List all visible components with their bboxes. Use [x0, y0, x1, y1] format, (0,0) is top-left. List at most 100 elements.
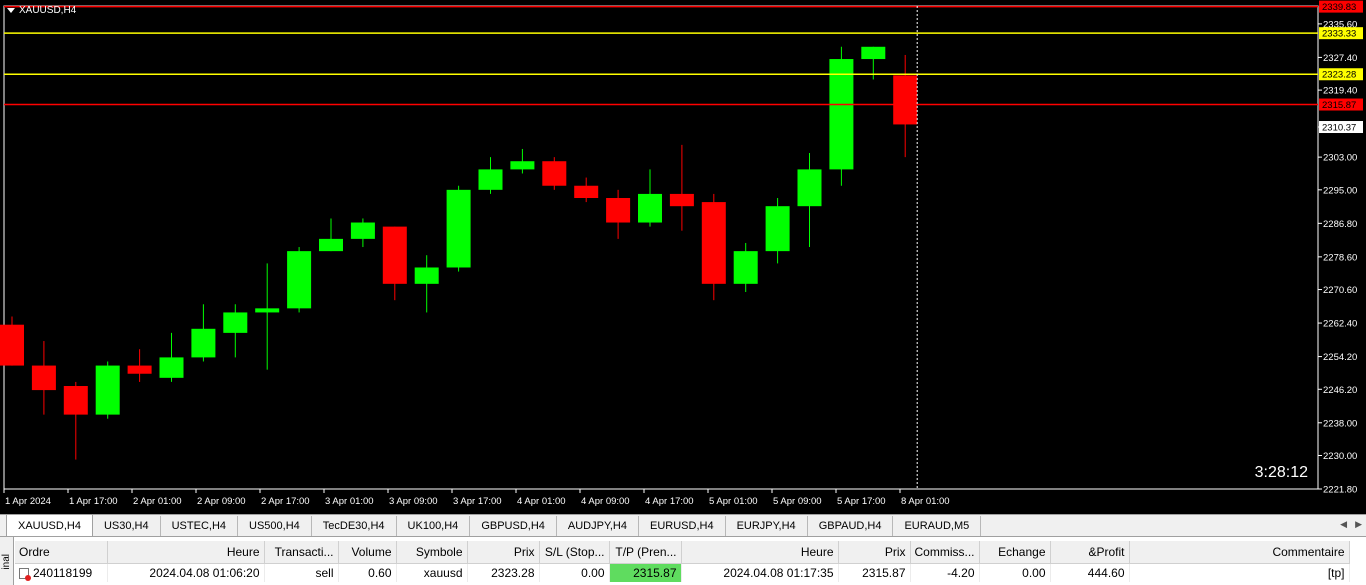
price-tick-label: 2254.20 [1323, 352, 1357, 363]
table-row[interactable]: 240118199 2024.04.08 01:06:20 sell 0.60 xauu… [15, 563, 1350, 582]
column-header-6[interactable]: S/L (Stop... [539, 541, 610, 564]
cell-6: 0.00 [539, 563, 610, 582]
candle-body [510, 161, 535, 170]
time-tick-label: 3 Apr 01:00 [325, 496, 374, 507]
tab-gbpusd-h4[interactable]: GBPUSD,H4 [470, 516, 557, 536]
cell-1: 2024.04.08 01:06:20 [107, 563, 265, 582]
price-line-label: 2333.33 [1322, 29, 1356, 40]
candle-body [893, 75, 918, 125]
candle-body [606, 198, 631, 223]
candle-body [127, 365, 152, 374]
cell-7: 2315.87 [609, 563, 682, 582]
column-header-2[interactable]: Transacti... [264, 541, 339, 564]
candle-body [287, 251, 312, 309]
chart-window[interactable]: 2335.602327.402319.402310.372303.002295.… [0, 0, 1366, 514]
cell-12: 444.60 [1050, 563, 1130, 582]
chart-symbol-text: XAUUSD,H4 [19, 5, 77, 16]
plot-frame [3, 5, 1319, 490]
price-tick-label: 2286.80 [1323, 219, 1357, 230]
time-tick-label: 8 Apr 01:00 [901, 496, 950, 507]
time-tick-label: 1 Apr 2024 [5, 496, 51, 507]
candle-body [255, 308, 280, 313]
order-id: 240118199 [33, 565, 93, 580]
column-header-4[interactable]: Symbole [396, 541, 468, 564]
tab-audjpy-h4[interactable]: AUDJPY,H4 [557, 516, 639, 536]
column-header-3[interactable]: Volume [338, 541, 397, 564]
candle-body [861, 46, 886, 60]
candle-body [797, 169, 822, 207]
cell-9: 2315.87 [838, 563, 911, 582]
price-line-label: 2339.83 [1322, 2, 1356, 13]
time-tick-label: 3 Apr 17:00 [453, 496, 502, 507]
time-tick-label: 5 Apr 01:00 [709, 496, 758, 507]
candle-body [414, 267, 439, 284]
time-tick-label: 4 Apr 09:00 [581, 496, 630, 507]
terminal-panel: inal Ordre Heure Transacti... Volume Symbole… [0, 536, 1366, 585]
price-tick-label: 2230.00 [1323, 451, 1357, 462]
terminal-side-tab[interactable]: inal [0, 537, 14, 585]
candle-body [95, 365, 120, 415]
orders-header-row: Ordre Heure Transacti... Volume Symbole Prix S… [15, 541, 1350, 564]
price-tick-label: 2246.20 [1323, 385, 1357, 396]
column-header-11[interactable]: Echange [979, 541, 1051, 564]
tab-us30-h4[interactable]: US30,H4 [93, 516, 161, 536]
candle-body [574, 185, 599, 199]
cell-11: 0.00 [979, 563, 1051, 582]
cell-2: sell [264, 563, 339, 582]
tab-us500-h4[interactable]: US500,H4 [238, 516, 312, 536]
tab-uk100-h4[interactable]: UK100,H4 [397, 516, 471, 536]
chevron-down-icon[interactable] [7, 8, 15, 13]
candle-body [542, 161, 567, 186]
tab-xauusd-h4[interactable]: XAUUSD,H4 [6, 514, 93, 536]
terminal-side-label: inal [1, 553, 12, 570]
tab-euraud-m5[interactable]: EURAUD,M5 [893, 516, 982, 536]
price-chart[interactable]: 2335.602327.402319.402310.372303.002295.… [0, 0, 1366, 514]
tab-eurusd-h4[interactable]: EURUSD,H4 [639, 516, 726, 536]
candle-body [319, 238, 343, 252]
cell-3: 0.60 [338, 563, 397, 582]
tab-scroll-arrows: ◀ ▶ [1340, 519, 1362, 530]
column-header-10[interactable]: Commiss... [910, 541, 980, 564]
chart-tabs: XAUUSD,H4 US30,H4 USTEC,H4 US500,H4 TecDE30,… [6, 514, 982, 536]
column-header-9[interactable]: Prix [838, 541, 911, 564]
chart-symbol-label[interactable]: XAUUSD,H4 [7, 5, 76, 16]
price-line-label: 2323.28 [1322, 70, 1356, 81]
column-header-5[interactable]: Prix [467, 541, 540, 564]
price-tick-label: 2278.60 [1323, 252, 1357, 263]
price-tick-label: 2319.40 [1323, 86, 1357, 97]
scroll-left-icon[interactable]: ◀ [1340, 519, 1347, 530]
candle-body [350, 222, 375, 239]
candle-body [701, 202, 726, 284]
candle-body [733, 251, 758, 284]
candle-body [382, 226, 407, 284]
current-price-label: 2310.37 [1322, 123, 1356, 134]
time-tick-label: 3 Apr 09:00 [389, 496, 438, 507]
order-close-icon [19, 568, 31, 582]
cell-10: -4.20 [910, 563, 980, 582]
price-tick-label: 2303.00 [1323, 153, 1357, 164]
column-header-1[interactable]: Heure [107, 541, 265, 564]
column-header-12[interactable]: &Profit [1050, 541, 1130, 564]
column-header-8[interactable]: Heure [681, 541, 839, 564]
tab-eurjpy-h4[interactable]: EURJPY,H4 [726, 516, 808, 536]
tab-tecde30-h4[interactable]: TecDE30,H4 [312, 516, 397, 536]
tab-gbpaud-h4[interactable]: GBPAUD,H4 [808, 516, 894, 536]
column-header-0[interactable]: Ordre [15, 541, 108, 564]
price-tick-label: 2327.40 [1323, 53, 1357, 64]
price-tick-label: 2238.00 [1323, 418, 1357, 429]
candle-body [63, 386, 88, 415]
tab-ustec-h4[interactable]: USTEC,H4 [161, 516, 239, 536]
time-tick-label: 5 Apr 09:00 [773, 496, 822, 507]
price-tick-label: 2262.40 [1323, 319, 1357, 330]
scroll-right-icon[interactable]: ▶ [1355, 519, 1362, 530]
time-tick-label: 2 Apr 17:00 [261, 496, 310, 507]
terminal-app: 2335.602327.402319.402310.372303.002295.… [0, 0, 1366, 585]
time-tick-label: 5 Apr 17:00 [837, 496, 886, 507]
price-tick-label: 2221.80 [1323, 485, 1357, 496]
cell-0: 240118199 [15, 563, 108, 582]
column-header-7[interactable]: T/P (Pren... [609, 541, 682, 564]
candle-body [765, 206, 790, 252]
price-tick-label: 2295.00 [1323, 185, 1357, 196]
time-tick-label: 4 Apr 17:00 [645, 496, 694, 507]
column-header-13[interactable]: Commentaire [1129, 541, 1350, 564]
